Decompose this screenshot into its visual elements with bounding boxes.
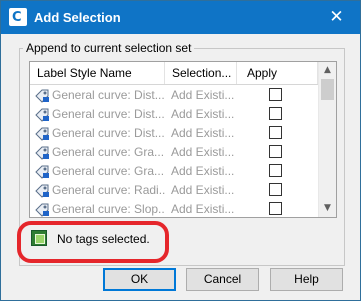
window-title: Add Selection [34,10,121,25]
apply-checkbox[interactable] [269,164,282,177]
label-style-name-cell: General curve: Slop... [52,202,165,216]
apply-checkbox[interactable] [269,88,282,101]
apply-checkbox[interactable] [269,183,282,196]
table-row[interactable]: General curve: Slop... Add Existi... [30,198,318,217]
column-header-apply[interactable]: Apply [237,62,318,84]
label-style-icon [35,184,49,198]
label-style-icon [35,203,49,217]
title-bar: C Add Selection ✕ [1,1,360,34]
label-style-list[interactable]: Label Style Name Selection... Apply Gene… [29,61,337,218]
apply-checkbox[interactable] [269,107,282,120]
label-style-icon [35,108,49,122]
app-icon: C [9,8,27,26]
apply-checkbox[interactable] [269,202,282,215]
scroll-thumb[interactable] [321,79,334,100]
label-style-icon [35,146,49,160]
close-button[interactable]: ✕ [313,1,360,34]
ok-button[interactable]: OK [103,268,176,291]
selection-cell[interactable]: Add Existi... [171,198,237,217]
cancel-button[interactable]: Cancel [186,268,259,291]
apply-checkbox[interactable] [269,126,282,139]
vertical-scrollbar[interactable]: ▲ ▼ [318,62,336,217]
annotation-highlight [17,221,169,263]
scroll-up-arrow-icon[interactable]: ▲ [319,62,336,79]
apply-checkbox[interactable] [269,145,282,158]
label-style-icon [35,127,49,141]
column-header-label-style-name[interactable]: Label Style Name [30,62,165,84]
scroll-down-arrow-icon[interactable]: ▼ [319,200,336,217]
add-selection-dialog: C Add Selection ✕ Append to current sele… [0,0,361,301]
group-label: Append to current selection set [23,41,195,55]
column-header-selection[interactable]: Selection... [165,62,237,84]
label-style-icon [35,165,49,179]
list-header: Label Style Name Selection... Apply [30,62,318,85]
help-button[interactable]: Help [270,268,343,291]
label-style-icon [35,89,49,103]
